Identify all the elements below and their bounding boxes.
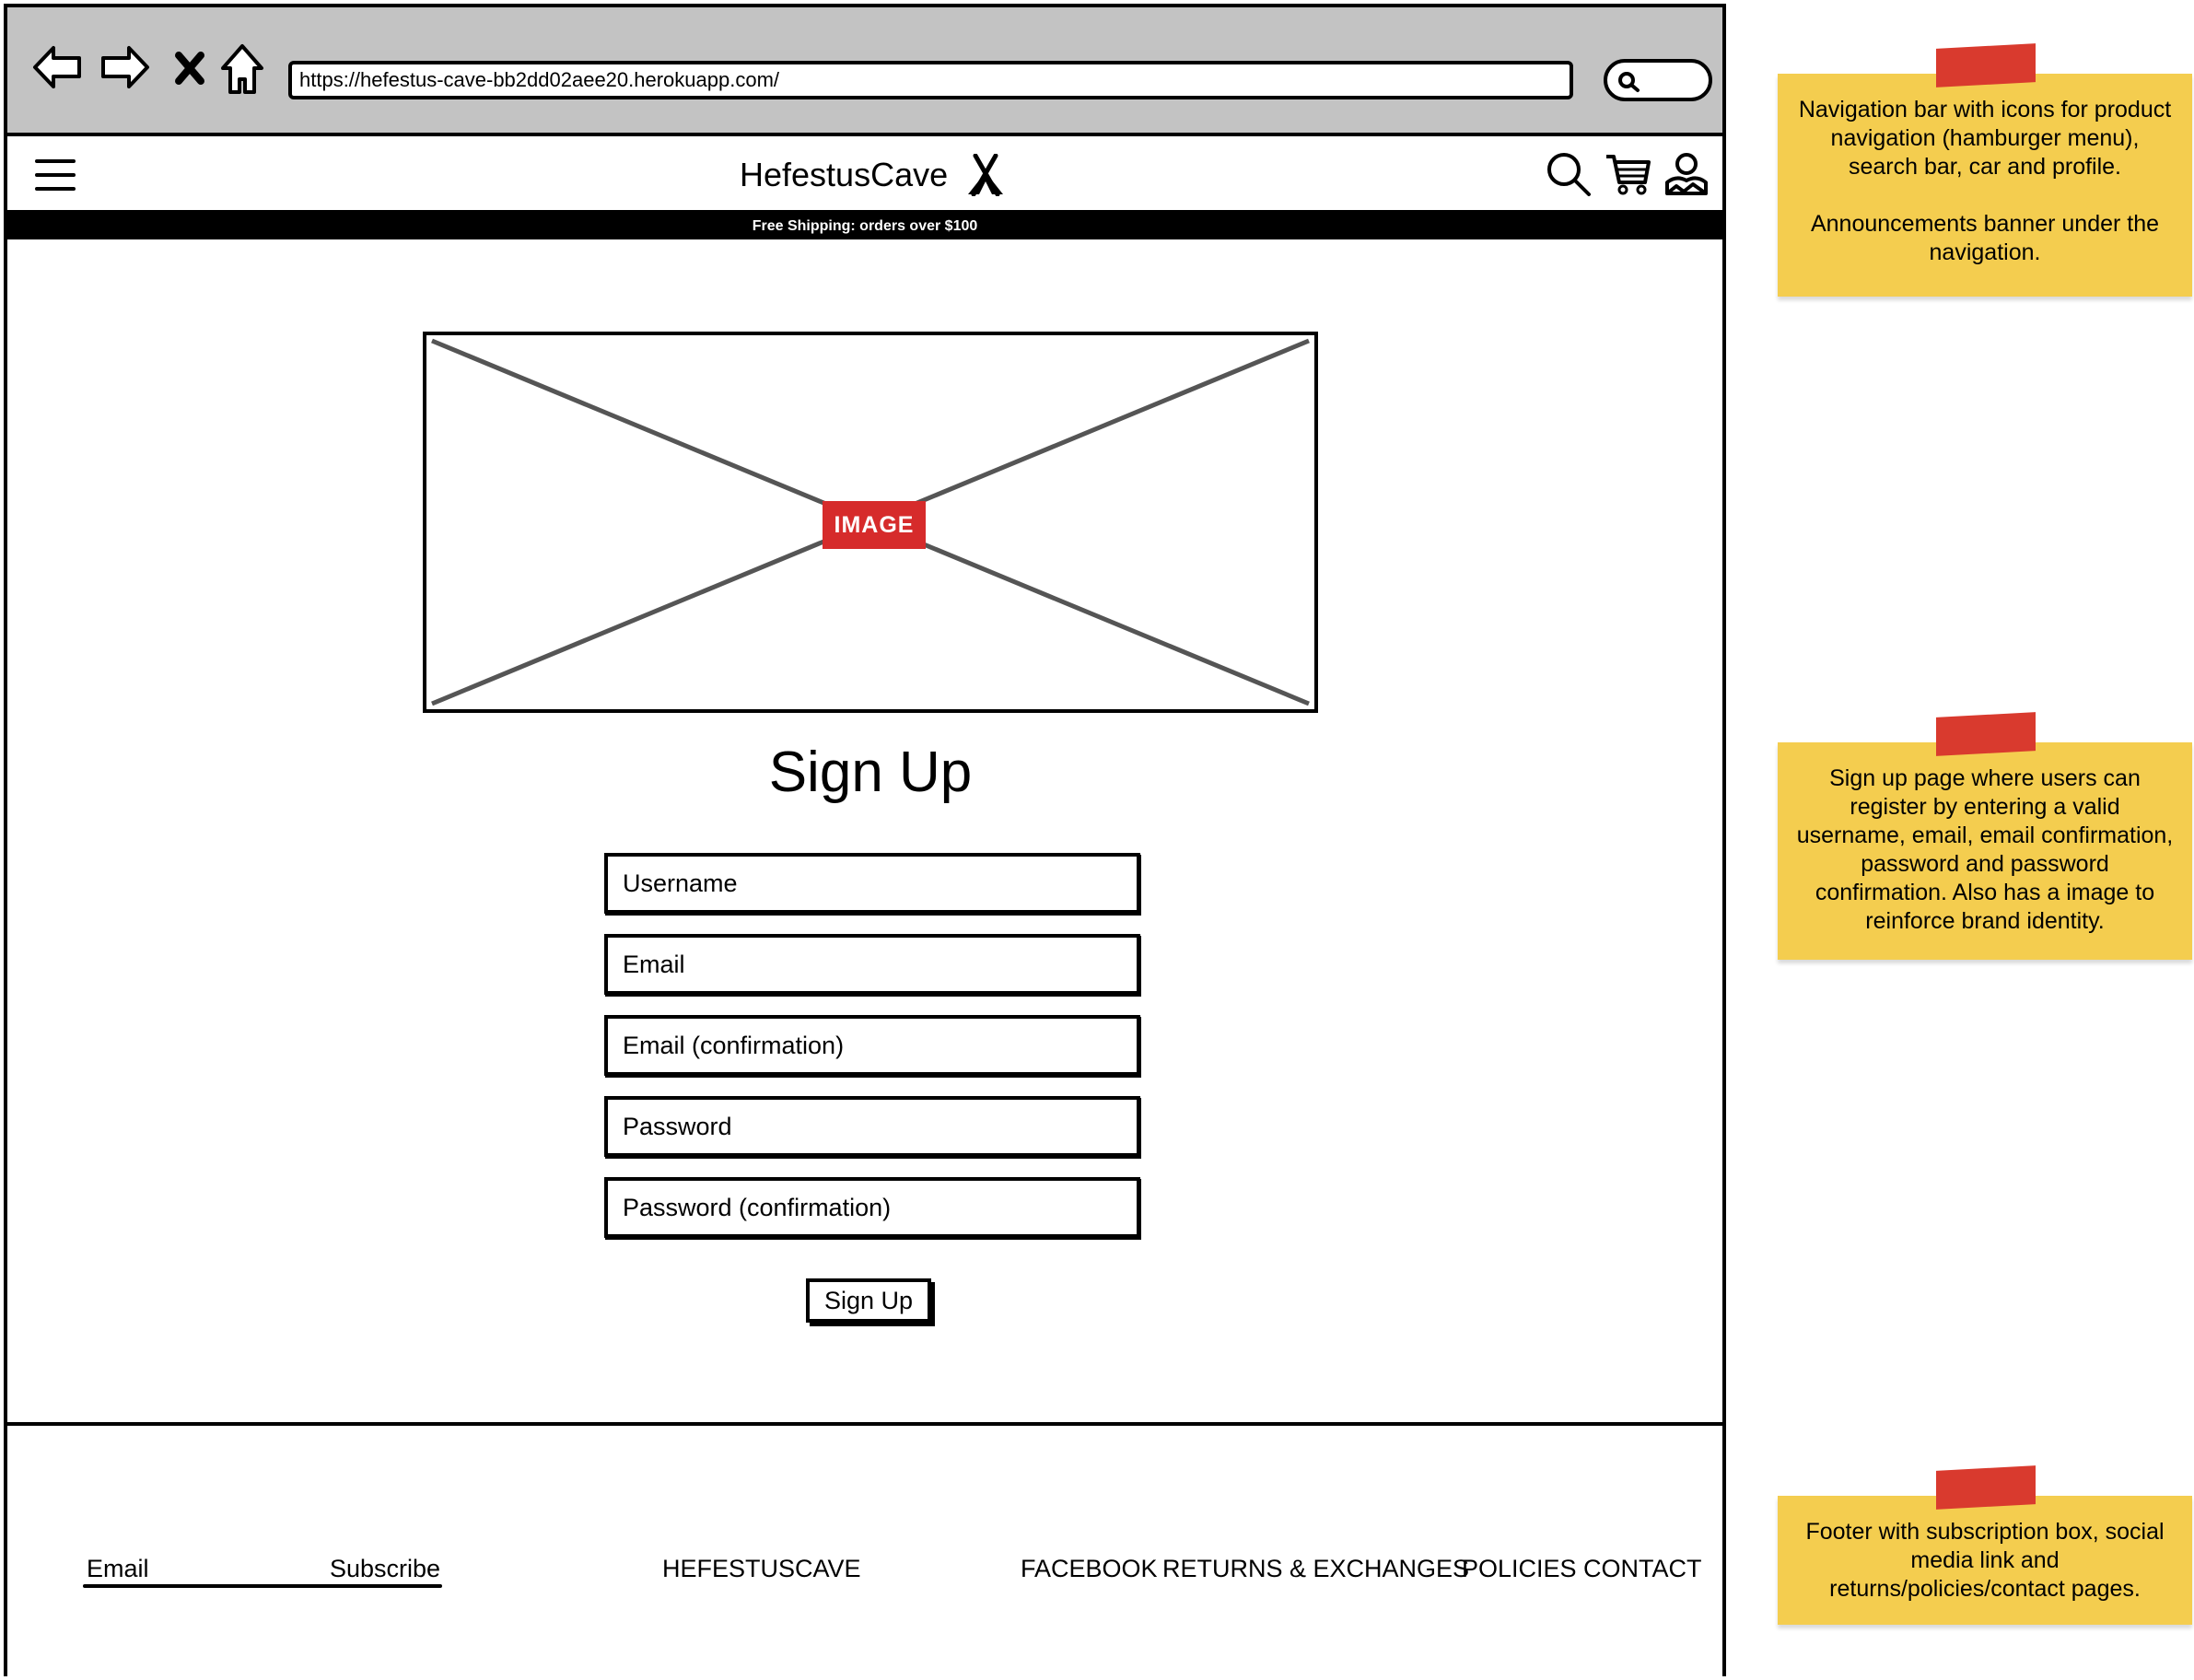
note-text: Footer with subscription box, social med… bbox=[1805, 1519, 2165, 1602]
page-title: Sign Up bbox=[768, 741, 973, 804]
forward-arrow-icon[interactable] bbox=[99, 42, 151, 92]
browser-window: https://hefestus-cave-bb2dd02aee20.herok… bbox=[4, 4, 1726, 1676]
footer-link-returns[interactable]: RETURNS & EXCHANGES bbox=[1162, 1555, 1469, 1583]
footer-link-policies[interactable]: POLICIES bbox=[1462, 1555, 1577, 1583]
email-field[interactable]: Email bbox=[604, 934, 1140, 995]
profile-icon[interactable] bbox=[1663, 151, 1710, 197]
footer-email-input[interactable]: Email bbox=[87, 1555, 149, 1583]
footer-link-contact[interactable]: CONTACT bbox=[1583, 1555, 1702, 1583]
email-input-underline bbox=[83, 1584, 442, 1588]
annotation-note-signup: Sign up page where users can register by… bbox=[1778, 712, 2192, 960]
browser-search-button[interactable] bbox=[1604, 59, 1712, 101]
hamburger-icon[interactable] bbox=[35, 157, 76, 193]
sign-up-button[interactable]: Sign Up bbox=[806, 1278, 931, 1323]
home-icon[interactable] bbox=[219, 42, 265, 98]
hero-image-placeholder: IMAGE bbox=[423, 332, 1318, 713]
note-text: Announcements banner under the navigatio… bbox=[1810, 211, 2160, 265]
subscribe-button[interactable]: Subscribe bbox=[330, 1555, 440, 1583]
annotation-note-footer: Footer with subscription box, social med… bbox=[1778, 1465, 2192, 1625]
note-tape bbox=[1936, 1465, 2036, 1510]
tent-icon bbox=[968, 154, 1004, 196]
brand-name: HefestusCave bbox=[740, 156, 949, 193]
note-tape bbox=[1936, 712, 2036, 756]
image-label: IMAGE bbox=[823, 501, 926, 549]
nav-icon-group bbox=[1546, 151, 1710, 197]
footer-brand: HEFESTUSCAVE bbox=[662, 1555, 861, 1582]
username-field[interactable]: Username bbox=[604, 853, 1140, 914]
announcement-banner: Free Shipping: orders over $100 bbox=[7, 214, 1722, 239]
brand-logo[interactable]: HefestusCave bbox=[740, 154, 1010, 196]
note-tape bbox=[1936, 43, 2036, 88]
password-field[interactable]: Password bbox=[604, 1096, 1140, 1157]
search-icon[interactable] bbox=[1546, 151, 1592, 197]
stop-icon[interactable] bbox=[173, 50, 206, 87]
browser-chrome: https://hefestus-cave-bb2dd02aee20.herok… bbox=[7, 7, 1722, 136]
note-text: Sign up page where users can register by… bbox=[1796, 765, 2174, 934]
site-navbar: HefestusCave bbox=[7, 136, 1722, 214]
url-bar[interactable]: https://hefestus-cave-bb2dd02aee20.herok… bbox=[288, 61, 1573, 99]
site-footer: Email Subscribe HEFESTUSCAVE FACEBOOK RE… bbox=[7, 1422, 1722, 1676]
cart-icon[interactable] bbox=[1605, 151, 1651, 197]
password-confirmation-field[interactable]: Password (confirmation) bbox=[604, 1177, 1140, 1238]
back-arrow-icon[interactable] bbox=[31, 42, 83, 92]
footer-link-facebook[interactable]: FACEBOOK bbox=[1021, 1555, 1158, 1583]
note-text: Navigation bar with icons for product na… bbox=[1798, 97, 2172, 180]
email-confirmation-field[interactable]: Email (confirmation) bbox=[604, 1015, 1140, 1076]
search-icon bbox=[1618, 72, 1640, 92]
annotation-note-navigation: Navigation bar with icons for product na… bbox=[1778, 43, 2192, 297]
